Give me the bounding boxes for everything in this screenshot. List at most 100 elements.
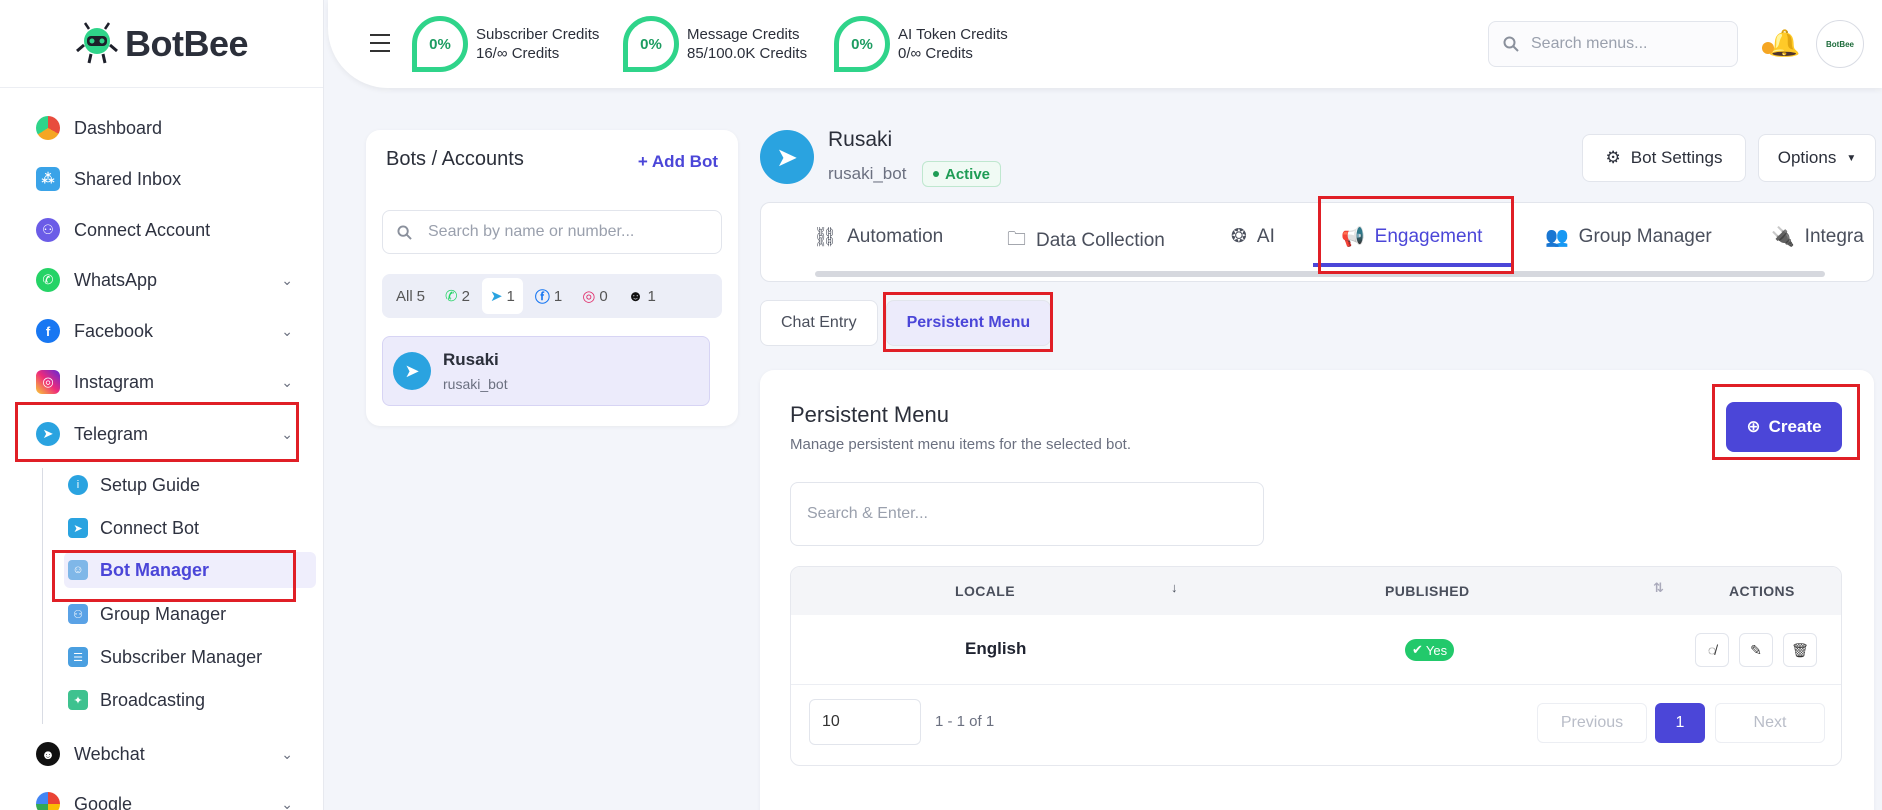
tab-ai[interactable]: ❂ AI [1231, 225, 1275, 248]
hide-icon[interactable]: ◌̸ [1695, 633, 1729, 667]
tab-automation[interactable]: ⛓ Automation [813, 225, 943, 249]
sidebar-subitem-label: Setup Guide [100, 474, 201, 495]
search-placeholder: Search & Enter... [807, 505, 928, 522]
search-icon [397, 224, 412, 240]
sidebar-item-telegram[interactable]: ➤ Telegram ⌄ [36, 416, 293, 452]
sort-icon[interactable]: ↓ [1171, 580, 1178, 595]
persistent-menu-card: Persistent Menu Manage persistent menu i… [760, 370, 1874, 810]
menu-toggle-icon[interactable] [370, 34, 390, 52]
filter-count: 1 [506, 287, 515, 305]
credit-title: AI Token Credits [898, 26, 1008, 43]
subscriber-icon: ☰ [68, 647, 88, 667]
menu-search-field[interactable]: Search & Enter... [790, 482, 1264, 546]
sidebar-item-shared-inbox[interactable]: ⁂ Shared Inbox [36, 161, 293, 197]
status-label: Active [945, 165, 991, 183]
credit-ring: 0% [412, 16, 468, 72]
chevron-down-icon: ⌄ [281, 271, 293, 288]
subtab-chat-entry[interactable]: Chat Entry [760, 300, 878, 346]
sidebar-subitem-label: Subscriber Manager [100, 646, 263, 667]
filter-count: 1 [647, 287, 656, 305]
telegram-icon: ➤ [760, 130, 814, 184]
per-page-input[interactable]: 10 [809, 699, 921, 745]
add-bot-label: Add Bot [651, 152, 718, 171]
sort-icon[interactable]: ⇅ [1653, 580, 1664, 596]
info-icon: i [68, 475, 88, 495]
bell-icon[interactable]: 🔔 [1762, 28, 1800, 59]
sidebar-item-dashboard[interactable]: Dashboard [36, 110, 293, 146]
sidebar-subitem-setup-guide[interactable]: i Setup Guide [64, 467, 316, 503]
add-bot-button[interactable]: + Add Bot [638, 152, 718, 172]
bots-panel: Bots / Accounts + Add Bot Search by name… [366, 130, 738, 426]
create-label: Create [1768, 417, 1822, 436]
chevron-down-icon: ⌄ [281, 425, 293, 442]
filter-whatsapp[interactable]: ✆ 2 [437, 278, 478, 314]
brain-icon: ❂ [1231, 226, 1247, 247]
telegram-icon: ➤ [393, 352, 431, 390]
telegram-icon: ➤ [489, 288, 503, 305]
sidebar-subitem-subscriber-manager[interactable]: ☰ Subscriber Manager [64, 639, 316, 675]
caret-down-icon: ▼ [1846, 152, 1857, 164]
credit-subscriber: 0% Subscriber Credits 16/∞ Credits [412, 16, 599, 72]
filter-webchat[interactable]: ☻ 1 [620, 278, 664, 314]
notification-dot [1762, 42, 1774, 54]
sidebar-subitem-label: Bot Manager [100, 559, 210, 580]
sidebar: BotBee Dashboard ⁂ Shared Inbox ⚇ Connec… [0, 0, 324, 810]
sidebar-item-connect-account[interactable]: ⚇ Connect Account [36, 212, 293, 248]
sidebar-item-label: Dashboard [74, 117, 163, 138]
next-button[interactable]: Next [1715, 703, 1825, 743]
sidebar-item-google[interactable]: Google ⌄ [36, 786, 293, 810]
sidebar-subitem-group-manager[interactable]: ⚇ Group Manager [64, 596, 316, 632]
gear-icon: ⚙ [1605, 148, 1621, 167]
avatar[interactable]: BotBee [1816, 20, 1864, 68]
tab-engagement[interactable]: 📢 Engagement [1341, 225, 1482, 249]
credit-title: Subscriber Credits [476, 26, 600, 43]
bot-settings-button[interactable]: ⚙ Bot Settings [1582, 134, 1746, 182]
table-header: LOCALE ↓ PUBLISHED ⇅ ACTIONS [791, 567, 1841, 615]
page-title: Persistent Menu [790, 402, 949, 427]
bot-search-input[interactable]: Search by name or number... [382, 210, 722, 254]
filter-all[interactable]: All 5 [388, 278, 433, 314]
google-icon [36, 792, 60, 810]
sidebar-subitem-bot-manager[interactable]: ☺ Bot Manager [64, 552, 316, 588]
automation-icon: ⛓ [813, 227, 838, 248]
pagination-info: 1 - 1 of 1 [935, 713, 995, 730]
previous-button[interactable]: Previous [1537, 703, 1647, 743]
tab-data-collection[interactable]: 🗀 Data Collection [1007, 225, 1165, 257]
sidebar-item-instagram[interactable]: ◎ Instagram ⌄ [36, 364, 293, 400]
filter-count: 1 [553, 287, 563, 305]
filter-instagram[interactable]: ◎ 0 [574, 278, 615, 314]
column-published[interactable]: PUBLISHED [1385, 583, 1470, 599]
bot-card-rusaki[interactable]: ➤ Rusaki rusaki_bot [382, 336, 710, 406]
filter-telegram[interactable]: ➤ 1 [481, 278, 523, 314]
sidebar-subitem-broadcasting[interactable]: ✦ Broadcasting [64, 682, 316, 718]
sidebar-subitem-connect-bot[interactable]: ➤ Connect Bot [64, 510, 316, 546]
filter-facebook[interactable]: ⓕ 1 [527, 278, 570, 314]
facebook-icon: ⓕ [534, 288, 550, 306]
tab-integrations[interactable]: 🔌 Integra [1771, 225, 1864, 249]
subtab-persistent-menu[interactable]: Persistent Menu [885, 300, 1052, 346]
create-button[interactable]: ⊕ Create [1726, 402, 1842, 452]
tabs-scrollbar[interactable] [815, 271, 1825, 277]
sidebar-item-whatsapp[interactable]: ✆ WhatsApp ⌄ [36, 262, 293, 298]
telegram-icon: ➤ [36, 422, 60, 446]
logo[interactable]: BotBee [0, 0, 323, 88]
options-label: Options [1777, 148, 1837, 167]
edit-icon[interactable]: ✎ [1739, 633, 1773, 667]
published-badge: ✔ Yes [1405, 639, 1455, 661]
sidebar-item-facebook[interactable]: f Facebook ⌄ [36, 313, 293, 349]
trash-icon[interactable]: 🗑 [1783, 633, 1817, 667]
platform-filter: All 5 ✆ 2 ➤ 1 ⓕ 1 ◎ 0 ☻ 1 [382, 274, 722, 318]
tab-group-manager[interactable]: 👥 Group Manager [1545, 225, 1712, 249]
plug-icon: 🔌 [1771, 227, 1795, 248]
options-button[interactable]: Options ▼ [1758, 134, 1876, 182]
column-locale[interactable]: LOCALE [955, 583, 1015, 599]
sidebar-item-webchat[interactable]: ☻ Webchat ⌄ [36, 736, 293, 772]
tab-label: Engagement [1374, 226, 1483, 247]
broadcast-icon: ✦ [68, 690, 88, 710]
credit-value: 85/100.0K Credits [687, 45, 808, 62]
menu-search-input[interactable]: Search menus... [1488, 21, 1738, 67]
pagination: 10 1 - 1 of 1 Previous 1 Next [791, 685, 1841, 765]
table-row: English ✔ Yes ◌̸ ✎ 🗑 [791, 615, 1841, 685]
sidebar-item-label: Connect Account [74, 219, 211, 240]
page-1-button[interactable]: 1 [1655, 703, 1705, 743]
